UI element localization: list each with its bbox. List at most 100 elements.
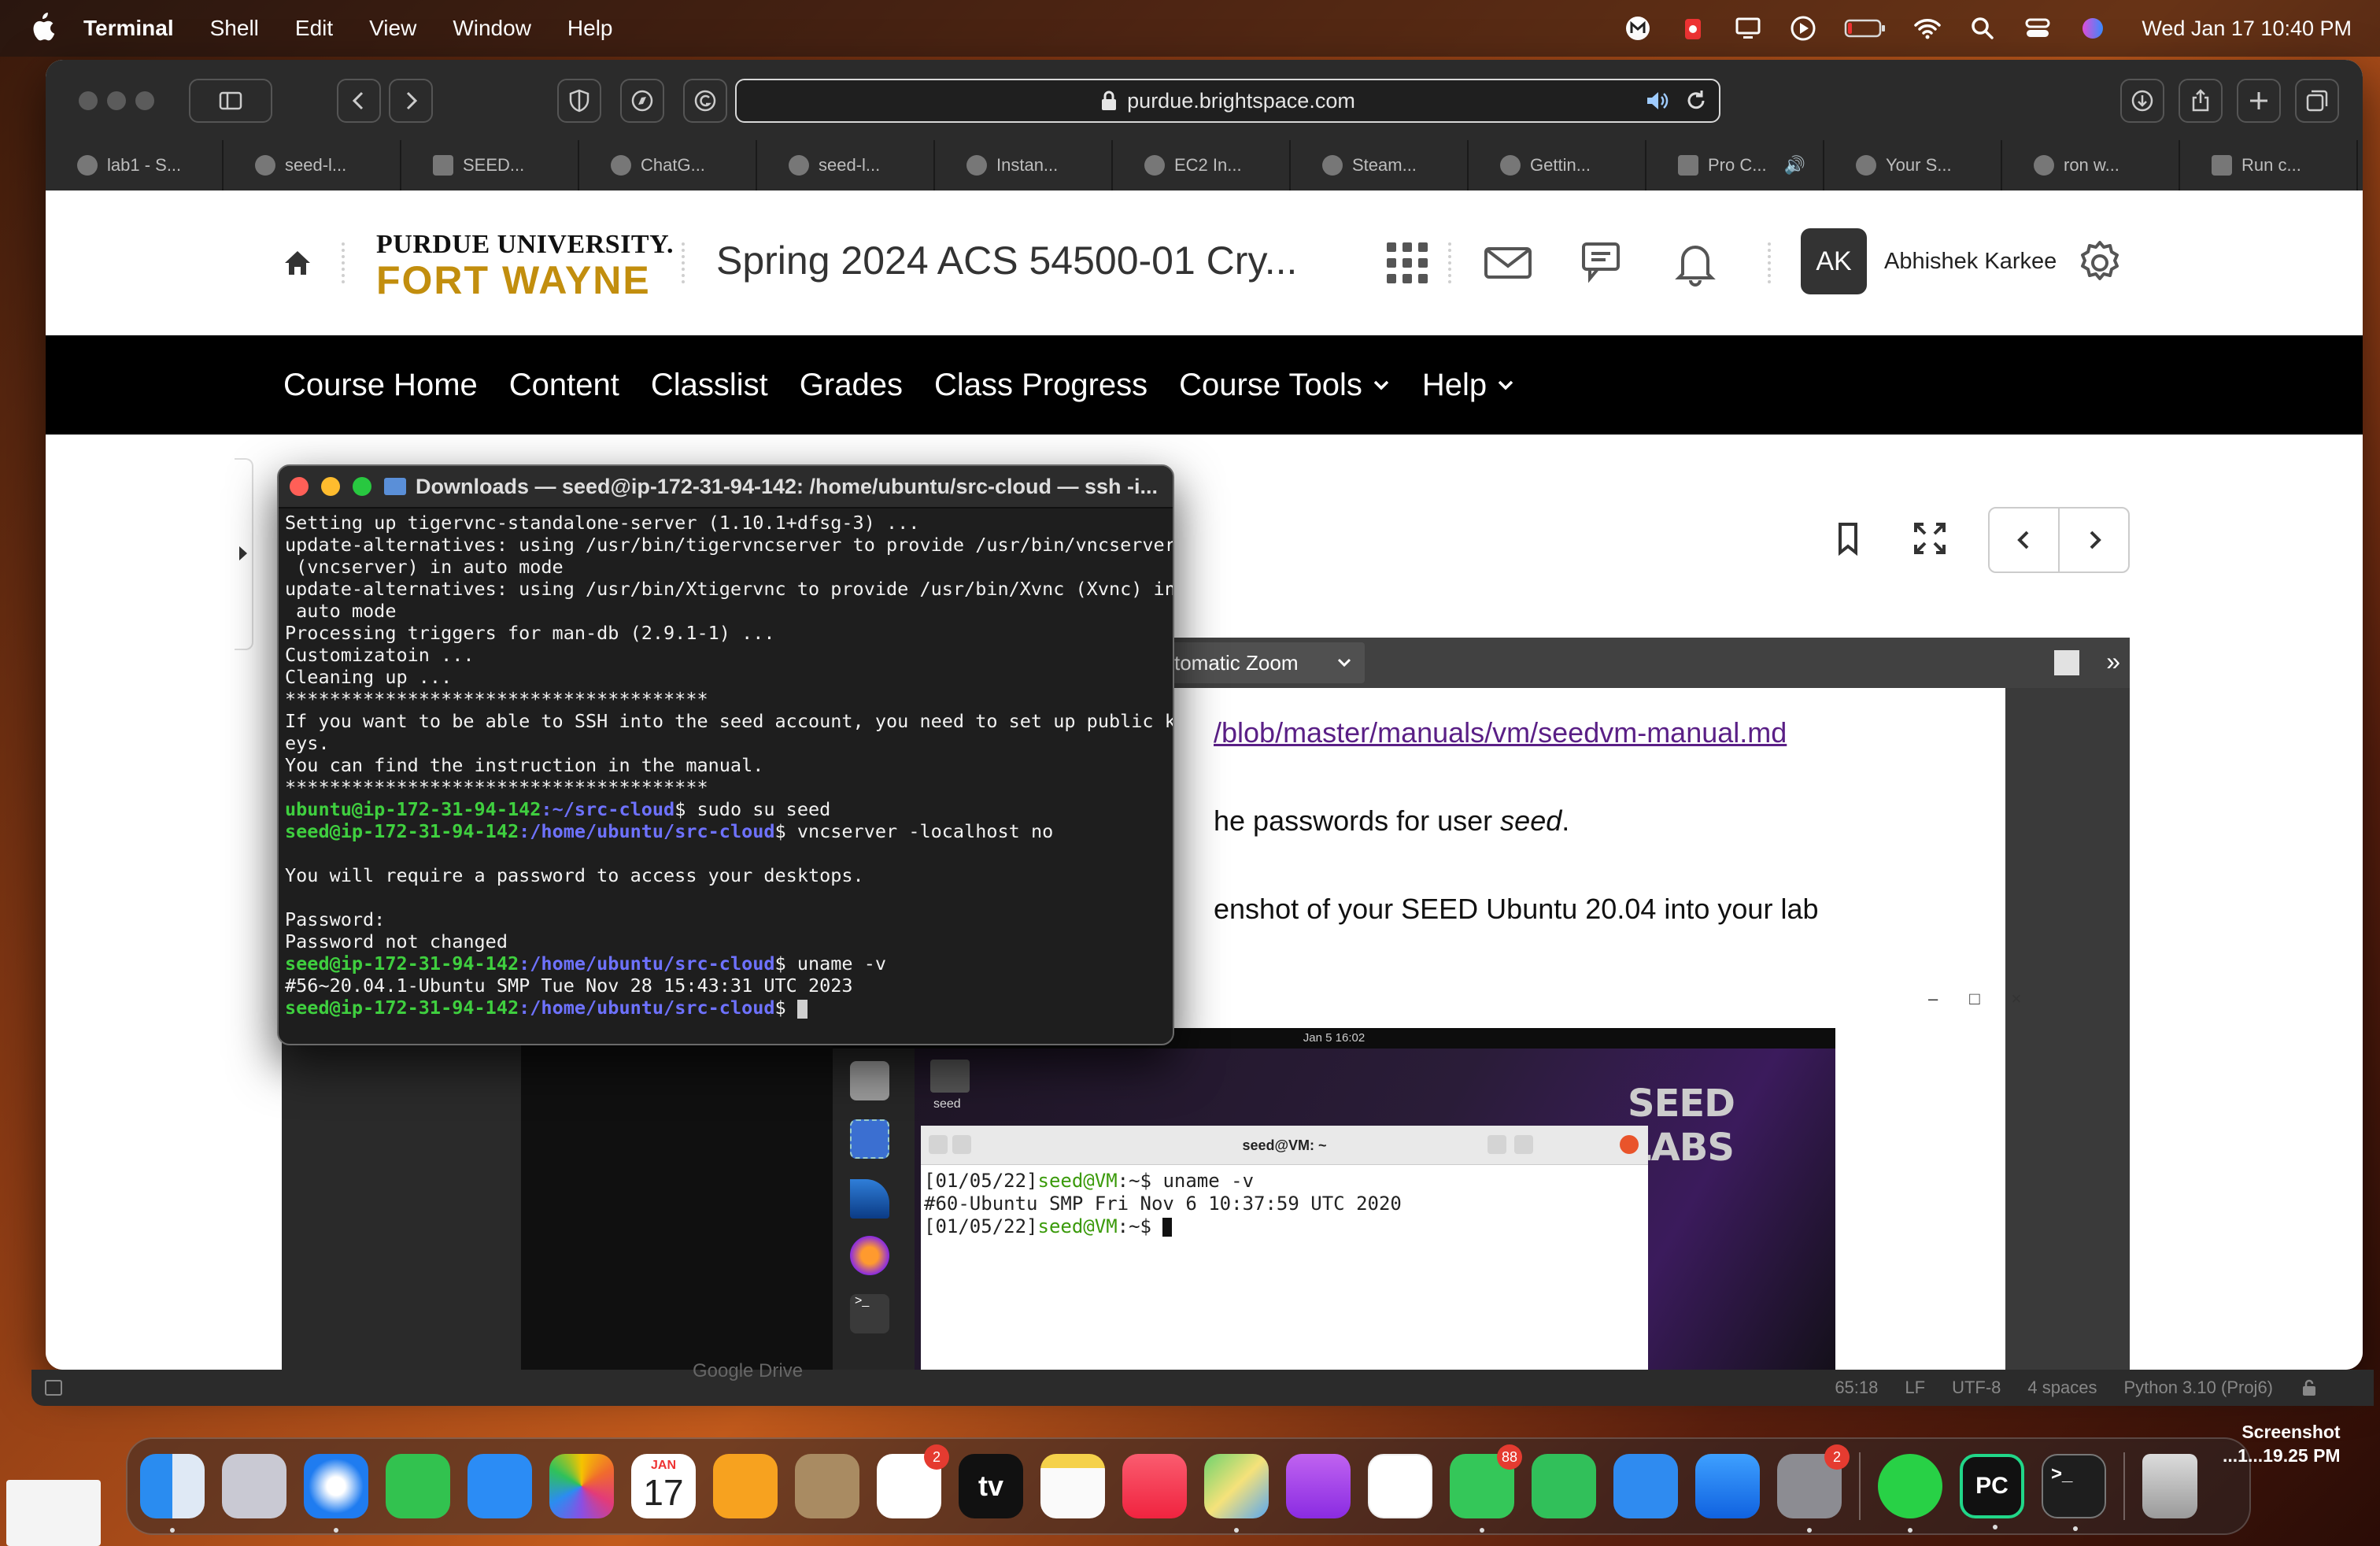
screenshot-file-label[interactable]: Screenshot ...1...19.25 PM	[2223, 1420, 2341, 1467]
apple-tv-app-icon[interactable]: tv	[959, 1454, 1023, 1518]
pycharm-app-icon[interactable]: PC	[1960, 1454, 2024, 1529]
mail-app-icon[interactable]	[468, 1454, 532, 1518]
terminal-output[interactable]: Setting up tigervnc-standalone-server (1…	[279, 509, 1173, 1022]
manual-link[interactable]: /blob/master/manuals/vm/seedvm-manual.md	[1214, 716, 1787, 749]
tab-pro-c[interactable]: Pro C... 🔊	[1646, 140, 1824, 190]
keynote-app-icon[interactable]	[1613, 1454, 1678, 1518]
tools-menu-button[interactable]: »	[2106, 647, 2120, 676]
tab-gmail[interactable]: Your S...	[1824, 140, 2002, 190]
tab-seed-labs-github[interactable]: seed-l...	[224, 140, 401, 190]
university-logo[interactable]: PURDUE UNIVERSITY. FORT WAYNE	[376, 230, 674, 301]
sidebar-toggle-button[interactable]	[189, 79, 272, 123]
menu-edit[interactable]: Edit	[295, 16, 333, 41]
forward-button[interactable]	[389, 79, 433, 123]
photos-app-icon[interactable]	[549, 1454, 614, 1518]
nav-help[interactable]: Help	[1422, 368, 1515, 403]
tab-getting-started[interactable]: Gettin...	[1469, 140, 1646, 190]
privacy-report-button[interactable]	[557, 79, 601, 123]
numbers-app-icon[interactable]	[1532, 1454, 1596, 1518]
calendar-app-icon[interactable]: JAN 17	[631, 1454, 696, 1518]
gmail-status-icon[interactable]	[1624, 14, 1652, 43]
terminal-zoom-button[interactable]	[353, 477, 371, 496]
settings-gear-icon[interactable]	[2075, 238, 2125, 288]
nav-class-progress[interactable]: Class Progress	[934, 368, 1148, 403]
facetime-app-icon[interactable]	[386, 1454, 450, 1518]
launchpad-app-icon[interactable]	[222, 1454, 286, 1518]
play-icon[interactable]	[1789, 14, 1817, 43]
user-avatar[interactable]: AK	[1801, 228, 1867, 294]
wifi-icon[interactable]	[1913, 14, 1942, 43]
cursor-position[interactable]: 65:18	[1835, 1378, 1878, 1398]
encoding[interactable]: UTF-8	[1952, 1378, 2001, 1398]
window-minimize-button[interactable]	[107, 91, 126, 110]
control-center-icon[interactable]	[2023, 14, 2052, 43]
terminal-minimize-button[interactable]	[321, 477, 340, 496]
finder-app-icon[interactable]	[140, 1454, 205, 1533]
chat-message-icon[interactable]	[1576, 238, 1626, 288]
nav-content[interactable]: Content	[509, 368, 619, 403]
reminders-app-icon[interactable]: 2	[877, 1444, 949, 1518]
display-icon[interactable]	[1734, 14, 1762, 43]
nav-course-home[interactable]: Course Home	[283, 368, 478, 403]
safari-app-icon[interactable]	[304, 1454, 368, 1533]
course-selector-grid-icon[interactable]	[1382, 238, 1432, 288]
terminal-app-icon[interactable]: >_	[2042, 1454, 2106, 1531]
trash-icon[interactable]	[2142, 1454, 2197, 1518]
terminal-close-button[interactable]	[290, 477, 309, 496]
tab-steam[interactable]: Steam...	[1291, 140, 1469, 190]
nav-course-tools[interactable]: Course Tools	[1179, 368, 1391, 403]
tab-instances[interactable]: Instan...	[935, 140, 1113, 190]
tab-ron-w[interactable]: ron w...	[2002, 140, 2180, 190]
zoom-select[interactable]: tomatic Zoom	[1163, 642, 1365, 683]
course-title[interactable]: Spring 2024 ACS 54500-01 Cry...	[716, 238, 1297, 283]
new-tab-button[interactable]	[2237, 79, 2281, 123]
screenshot-thumbnail[interactable]	[6, 1480, 101, 1546]
menu-view[interactable]: View	[369, 16, 416, 41]
notifications-bell-icon[interactable]	[1670, 238, 1720, 288]
content-sidebar-toggle[interactable]	[235, 458, 253, 650]
window-zoom-button[interactable]	[135, 91, 154, 110]
speaker-icon[interactable]	[1645, 88, 1669, 113]
home-icon[interactable]	[282, 247, 313, 279]
back-button[interactable]	[337, 79, 381, 123]
tab-seed[interactable]: SEED...	[401, 140, 579, 190]
indent-setting[interactable]: 4 spaces	[2027, 1378, 2097, 1398]
menubar-clock[interactable]: Wed Jan 17 10:40 PM	[2142, 17, 2352, 41]
notes-app-icon[interactable]	[1040, 1454, 1105, 1518]
maps-app-icon[interactable]	[1204, 1454, 1269, 1533]
siri-icon[interactable]	[2079, 14, 2107, 43]
user-name[interactable]: Abhishek Karkee	[1884, 249, 2057, 275]
downloads-button[interactable]	[2120, 79, 2164, 123]
next-topic-button[interactable]	[2060, 509, 2128, 571]
menu-help[interactable]: Help	[567, 16, 613, 41]
system-settings-app-icon[interactable]: 2	[1777, 1444, 1850, 1533]
whatsapp-app-icon[interactable]	[1878, 1454, 1942, 1533]
fullscreen-expand-icon[interactable]	[1911, 520, 1949, 557]
spotlight-search-icon[interactable]	[1968, 14, 1997, 43]
app-store-app-icon[interactable]	[1695, 1454, 1760, 1518]
extension-button[interactable]	[620, 79, 664, 123]
grammarly-extension-button[interactable]	[683, 79, 727, 123]
presentation-mode-button[interactable]	[2054, 650, 2079, 675]
tab-seed-labs-github-2[interactable]: seed-l...	[757, 140, 935, 190]
tab-chatgpt[interactable]: ChatG...	[579, 140, 757, 190]
share-button[interactable]	[2179, 79, 2223, 123]
line-ending[interactable]: LF	[1905, 1378, 1925, 1398]
contacts-app-icon[interactable]	[795, 1454, 859, 1518]
interpreter[interactable]: Python 3.10 (Proj6)	[2123, 1378, 2273, 1398]
menu-app-name[interactable]: Terminal	[83, 16, 174, 41]
previous-topic-button[interactable]	[1990, 509, 2060, 571]
lock-icon[interactable]	[2300, 1378, 2319, 1397]
reload-icon[interactable]	[1684, 88, 1708, 113]
tab-overview-button[interactable]	[2295, 79, 2339, 123]
apple-logo-icon[interactable]	[28, 13, 55, 43]
podcasts-app-icon[interactable]	[1286, 1454, 1351, 1518]
nav-grades[interactable]: Grades	[800, 368, 903, 403]
music-app-icon[interactable]	[1122, 1454, 1187, 1518]
menu-window[interactable]: Window	[453, 16, 531, 41]
nav-classlist[interactable]: Classlist	[651, 368, 768, 403]
tab-ec2-instances[interactable]: EC2 In...	[1113, 140, 1291, 190]
tab-lab1[interactable]: lab1 - S...	[46, 140, 224, 190]
tab-run-c[interactable]: Run c...	[2180, 140, 2358, 190]
battery-icon[interactable]	[1844, 14, 1887, 43]
